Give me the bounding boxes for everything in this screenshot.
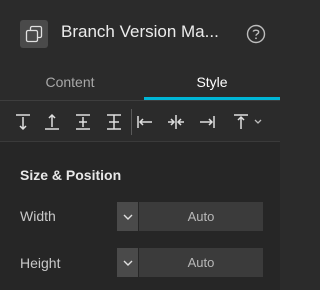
align-bottom-icon[interactable] [41,111,63,133]
tab-bar: Content Style [0,65,280,101]
toolbar-separator [131,109,132,135]
tab-style[interactable]: Style [144,65,280,99]
section-title: Size & Position [20,167,122,183]
height-label: Height [20,255,61,271]
width-unit-dropdown[interactable] [117,202,138,231]
align-top-icon[interactable] [12,111,34,133]
align-top-dropdown-icon[interactable] [230,111,266,133]
copy-icon [20,20,48,48]
align-left-icon[interactable] [134,111,156,133]
height-unit-dropdown[interactable] [117,248,138,277]
height-field[interactable]: Auto [139,248,263,277]
align-vertical-center-icon[interactable] [72,111,94,133]
align-horizontal-center-icon[interactable] [165,111,187,133]
width-field[interactable]: Auto [139,202,263,231]
alignment-toolbar [0,101,280,141]
distribute-vertical-icon[interactable] [103,111,125,133]
align-right-icon[interactable] [196,111,218,133]
help-icon[interactable] [246,24,266,44]
chevron-down-icon [123,214,133,220]
width-label: Width [20,208,56,224]
panel-title: Branch Version Ma... [61,22,219,41]
chevron-down-icon [123,260,133,266]
panel-header: Branch Version Ma... [0,0,280,65]
tab-content[interactable]: Content [0,65,140,99]
